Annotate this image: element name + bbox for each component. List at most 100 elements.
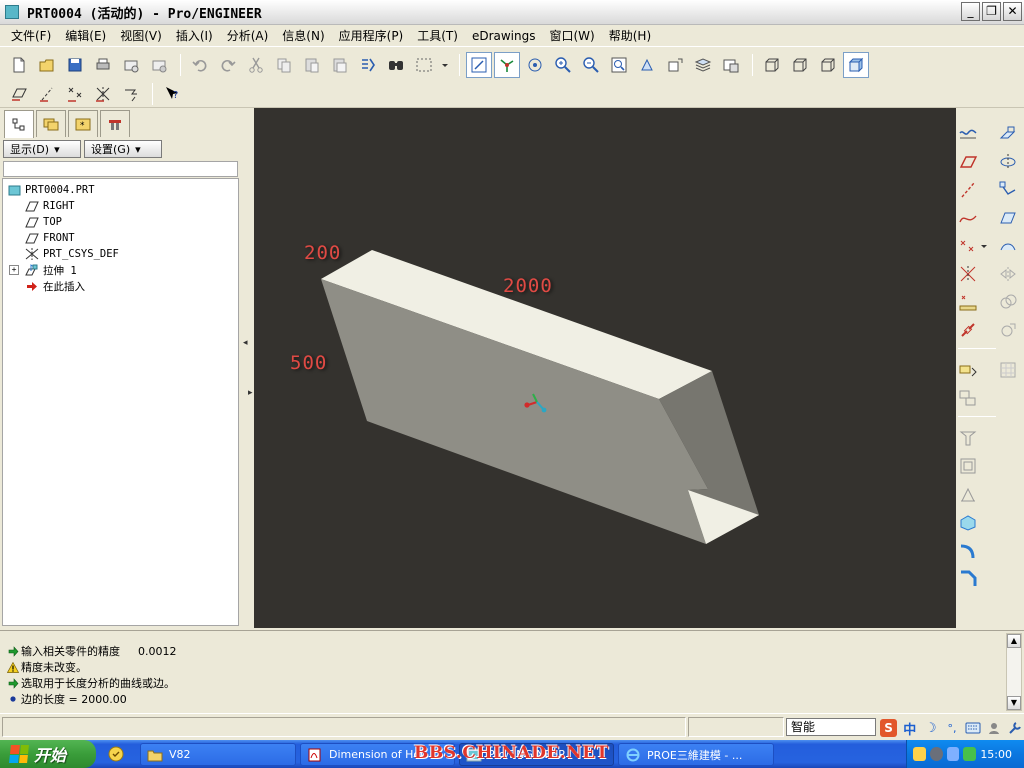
- favorites-tab[interactable]: *: [68, 110, 98, 137]
- half-width-toggle[interactable]: ☽: [922, 719, 939, 737]
- copy-icon[interactable]: [271, 52, 297, 78]
- annotation-display-icon[interactable]: [118, 81, 144, 107]
- axis-display-icon[interactable]: [34, 81, 60, 107]
- punctuation-toggle[interactable]: °,: [943, 719, 960, 737]
- close-button[interactable]: ✕: [1003, 2, 1022, 21]
- menu-info[interactable]: 信息(N): [275, 27, 331, 44]
- sketch-tool-icon[interactable]: [956, 122, 980, 146]
- connections-tab[interactable]: [100, 110, 130, 137]
- settings-dropdown[interactable]: 设置(G) ▾: [84, 140, 162, 158]
- hide-tray-icon[interactable]: [929, 747, 943, 761]
- regenerate-icon[interactable]: [355, 52, 381, 78]
- shading-icon[interactable]: [843, 52, 869, 78]
- wrench-icon[interactable]: [1007, 719, 1024, 737]
- chevron-down-icon[interactable]: [978, 234, 990, 258]
- dimension-label[interactable]: 500: [290, 352, 327, 374]
- spin-center-icon[interactable]: [494, 52, 520, 78]
- menu-edrawings[interactable]: eDrawings: [465, 29, 543, 43]
- menu-window[interactable]: 窗口(W): [543, 27, 602, 44]
- network-icon[interactable]: [946, 747, 960, 761]
- save-icon[interactable]: [62, 52, 88, 78]
- print-icon[interactable]: [90, 52, 116, 78]
- point-display-icon[interactable]: [62, 81, 88, 107]
- boundary-blend-tool-icon[interactable]: [996, 234, 1020, 258]
- speaker-icon[interactable]: [913, 747, 926, 761]
- tree-item-right[interactable]: RIGHT: [3, 198, 238, 214]
- datum-axis-tool-icon[interactable]: [956, 178, 980, 202]
- tree-item-front[interactable]: FRONT: [3, 230, 238, 246]
- hidden-line-icon[interactable]: [787, 52, 813, 78]
- zoom-in-icon[interactable]: [550, 52, 576, 78]
- draft-tool-icon[interactable]: [956, 510, 980, 534]
- zoom-out-icon[interactable]: [578, 52, 604, 78]
- redo-icon[interactable]: [215, 52, 241, 78]
- tree-item-csys[interactable]: PRT_CSYS_DEF: [3, 246, 238, 262]
- safely-remove-icon[interactable]: [963, 747, 977, 761]
- chamfer-tool-icon[interactable]: [956, 566, 980, 590]
- taskbar-item-browser[interactable]: PROE三維建模 - ...: [618, 743, 774, 766]
- paste-special-icon[interactable]: [327, 52, 353, 78]
- tree-item-extrude[interactable]: + 拉伸 1: [3, 262, 238, 278]
- maximize-button[interactable]: ❐: [982, 2, 1001, 21]
- menu-tools[interactable]: 工具(T): [410, 27, 465, 44]
- sogou-ime-icon[interactable]: S: [880, 719, 898, 737]
- taskbar-item-folder[interactable]: V82: [140, 743, 296, 766]
- context-help-icon[interactable]: ?: [159, 81, 185, 107]
- chain-tool-icon[interactable]: [956, 318, 980, 342]
- shell-tool-icon[interactable]: [956, 454, 980, 478]
- datum-csys-tool-icon[interactable]: [956, 262, 980, 286]
- menu-applications[interactable]: 应用程序(P): [332, 27, 411, 44]
- reorient-icon[interactable]: [634, 52, 660, 78]
- menu-help[interactable]: 帮助(H): [602, 27, 658, 44]
- minimize-button[interactable]: _: [961, 2, 980, 21]
- variable-sweep-tool-icon[interactable]: [996, 178, 1020, 202]
- extrude-tool-icon[interactable]: [996, 122, 1020, 146]
- insert-shape-tool-icon[interactable]: [956, 386, 980, 410]
- panel-splitter[interactable]: ◂ ▸: [240, 108, 254, 628]
- datum-point-tool-icon[interactable]: [956, 234, 980, 258]
- ime-mode-toggle[interactable]: 中: [901, 719, 918, 738]
- paste-icon[interactable]: [299, 52, 325, 78]
- mirror-tool-icon[interactable]: [996, 262, 1020, 286]
- menu-analysis[interactable]: 分析(A): [220, 27, 276, 44]
- start-button[interactable]: 开始: [0, 740, 96, 768]
- orient-mode-icon[interactable]: [522, 52, 548, 78]
- dimension-label[interactable]: 2000: [503, 275, 553, 297]
- datum-curve-tool-icon[interactable]: [956, 206, 980, 230]
- repaint-icon[interactable]: [466, 52, 492, 78]
- folder-browser-tab[interactable]: [36, 110, 66, 137]
- analysis-feature-tool-icon[interactable]: [956, 290, 980, 314]
- expand-right-icon[interactable]: ▸: [248, 388, 253, 398]
- sketch-shape-tool-icon[interactable]: [956, 358, 980, 382]
- select-dropdown-icon[interactable]: [439, 52, 451, 78]
- message-scrollbar[interactable]: ▲ ▼: [1006, 633, 1022, 711]
- menu-insert[interactable]: 插入(I): [169, 27, 220, 44]
- pattern-tool-icon[interactable]: [996, 358, 1020, 382]
- model-tree-tab[interactable]: [4, 110, 34, 138]
- rib-tool-icon[interactable]: [956, 482, 980, 506]
- menu-file[interactable]: 文件(F): [4, 27, 58, 44]
- wireframe-icon[interactable]: [759, 52, 785, 78]
- tree-item-top[interactable]: TOP: [3, 214, 238, 230]
- select-box-icon[interactable]: [411, 52, 437, 78]
- refit-icon[interactable]: [606, 52, 632, 78]
- keyboard-icon[interactable]: [965, 719, 982, 737]
- merge-tool-icon[interactable]: [996, 290, 1020, 314]
- show-dropdown[interactable]: 显示(D) ▾: [3, 140, 81, 158]
- csys-display-icon[interactable]: [90, 81, 116, 107]
- collapse-left-icon[interactable]: ◂: [243, 338, 248, 348]
- graphics-viewport[interactable]: 200 2000 500: [254, 108, 956, 628]
- datum-plane-tool-icon[interactable]: [956, 150, 980, 174]
- round-tool-icon[interactable]: [956, 538, 980, 562]
- send-link-icon[interactable]: [146, 52, 172, 78]
- tree-item-part[interactable]: PRT0004.PRT: [3, 182, 238, 198]
- dimension-label[interactable]: 200: [304, 242, 341, 264]
- revolve-tool-icon[interactable]: [996, 150, 1020, 174]
- menu-edit[interactable]: 编辑(E): [58, 27, 113, 44]
- tree-filter-field[interactable]: [3, 161, 238, 177]
- tree-item-insert-here[interactable]: 在此插入: [3, 278, 238, 294]
- trim-tool-icon[interactable]: [996, 318, 1020, 342]
- cut-icon[interactable]: [243, 52, 269, 78]
- expand-icon[interactable]: +: [9, 265, 19, 275]
- selection-filter-select[interactable]: 智能: [786, 718, 876, 736]
